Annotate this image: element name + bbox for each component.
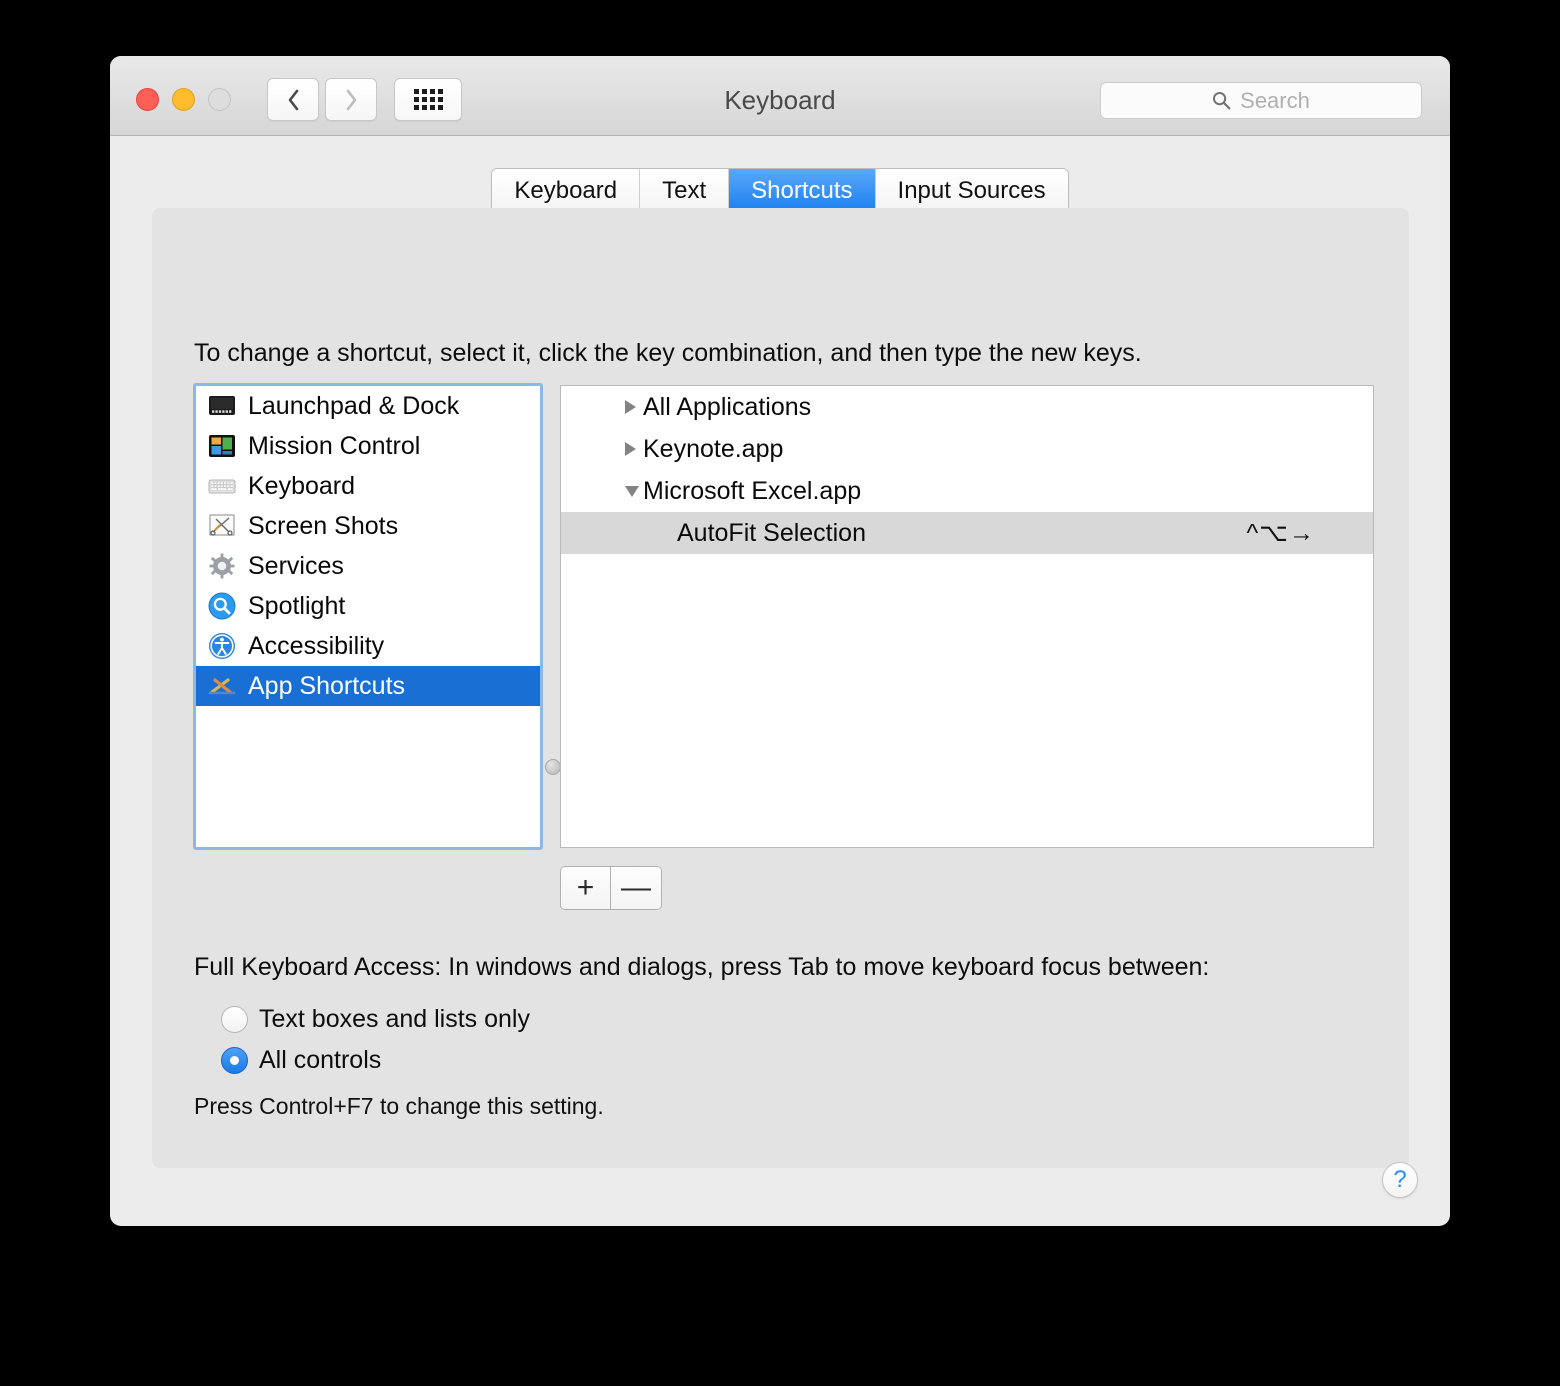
remove-shortcut-button[interactable]: —	[611, 867, 661, 909]
sidebar-item-accessibility[interactable]: Accessibility	[196, 626, 540, 666]
help-button[interactable]: ?	[1382, 1162, 1418, 1198]
keyboard-icon	[208, 479, 236, 494]
sidebar-item-services[interactable]: Services	[196, 546, 540, 586]
system-preferences-window: Keyboard Search Keyboard Text Shortcuts …	[110, 56, 1450, 1226]
tree-row-label: Microsoft Excel.app	[643, 476, 862, 505]
tab-keyboard[interactable]: Keyboard	[492, 169, 641, 213]
instruction-text: To change a shortcut, select it, click t…	[194, 339, 1142, 367]
sidebar-item-launchpad-dock[interactable]: Launchpad & Dock	[196, 386, 540, 426]
radio-all-controls[interactable]: All controls	[221, 1046, 381, 1075]
radio-text-boxes-and-lists-only[interactable]: Text boxes and lists only	[221, 1005, 530, 1034]
search-field[interactable]: Search	[1100, 82, 1422, 119]
screen-shots-icon	[209, 514, 235, 536]
add-remove-shortcut-buttons: + —	[560, 866, 662, 910]
window-titlebar: Keyboard Search	[110, 56, 1450, 136]
mission-control-icon	[209, 435, 235, 457]
tab-text[interactable]: Text	[640, 169, 730, 213]
sidebar-item-label: Launchpad & Dock	[248, 391, 460, 420]
tab-input-sources[interactable]: Input Sources	[875, 169, 1068, 213]
tree-row-label: All Applications	[643, 392, 812, 421]
shortcut-name: AutoFit Selection	[677, 518, 866, 547]
sidebar-item-keyboard[interactable]: Keyboard	[196, 466, 540, 506]
table-row[interactable]: AutoFit Selection ^⌥→	[561, 512, 1373, 554]
launchpad-dock-icon	[209, 396, 235, 415]
radio-button[interactable]	[221, 1006, 248, 1033]
full-keyboard-access-note: Press Control+F7 to change this setting.	[194, 1093, 604, 1119]
shortcuts-pane: To change a shortcut, select it, click t…	[152, 208, 1409, 1168]
tree-row-all-applications[interactable]: All Applications	[561, 386, 1373, 428]
sidebar-item-label: Services	[248, 551, 344, 580]
shortcut-key-combination[interactable]: ^⌥→	[1246, 518, 1315, 548]
sidebar-item-mission-control[interactable]: Mission Control	[196, 426, 540, 466]
search-placeholder: Search	[1240, 87, 1310, 113]
full-keyboard-access-title: Full Keyboard Access: In windows and dia…	[194, 953, 1210, 981]
tree-row-label: Keynote.app	[643, 434, 784, 463]
disclosure-triangle-closed-icon[interactable]	[625, 442, 636, 456]
shortcut-category-list[interactable]: Launchpad & Dock Mission Control Keyboar…	[193, 383, 543, 850]
app-shortcuts-icon	[208, 678, 236, 695]
sidebar-item-app-shortcuts[interactable]: App Shortcuts	[196, 666, 540, 706]
sidebar-item-label: Mission Control	[248, 431, 421, 460]
radio-button-selected[interactable]	[221, 1047, 248, 1074]
sidebar-item-spotlight[interactable]: Spotlight	[196, 586, 540, 626]
radio-label: Text boxes and lists only	[259, 1005, 530, 1033]
shortcut-list[interactable]: All Applications Keynote.app Microsoft E…	[560, 385, 1374, 848]
sidebar-item-label: Screen Shots	[248, 511, 399, 540]
sidebar-item-label: Accessibility	[248, 631, 385, 660]
tab-shortcuts[interactable]: Shortcuts	[729, 169, 876, 213]
add-shortcut-button[interactable]: +	[561, 867, 611, 909]
disclosure-triangle-closed-icon[interactable]	[625, 400, 636, 414]
disclosure-triangle-open-icon[interactable]	[625, 485, 639, 497]
split-view-grip[interactable]	[545, 759, 561, 775]
tree-row-keynote[interactable]: Keynote.app	[561, 428, 1373, 470]
sidebar-item-label: Spotlight	[248, 591, 346, 620]
services-gear-icon	[209, 553, 235, 579]
tree-row-microsoft-excel[interactable]: Microsoft Excel.app	[561, 470, 1373, 512]
sidebar-item-label: Keyboard	[248, 471, 356, 500]
radio-label: All controls	[259, 1046, 382, 1074]
sidebar-item-label: App Shortcuts	[248, 671, 406, 700]
accessibility-icon	[209, 633, 235, 659]
sidebar-item-screen-shots[interactable]: Screen Shots	[196, 506, 540, 546]
search-icon	[1213, 92, 1231, 110]
spotlight-icon	[208, 592, 236, 620]
